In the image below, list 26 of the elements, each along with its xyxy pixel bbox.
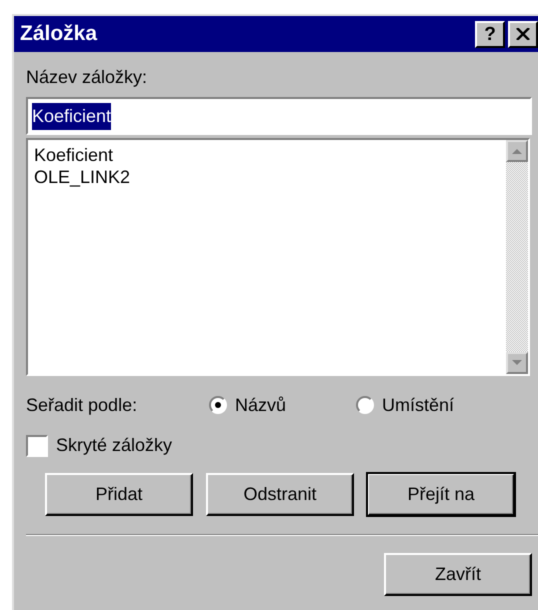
help-button[interactable]: ? (475, 20, 505, 48)
close-button[interactable] (508, 20, 538, 48)
up-arrow-icon (512, 148, 522, 154)
scroll-up-button[interactable] (506, 140, 528, 162)
close-icon (516, 28, 530, 40)
radio-button[interactable] (356, 396, 374, 414)
dialog-button[interactable]: Přejít na (367, 473, 515, 516)
checkbox[interactable] (26, 434, 48, 456)
radio-button[interactable] (209, 396, 227, 414)
input-field[interactable]: Koeficient (26, 97, 532, 135)
window-title: Záložka (20, 21, 98, 48)
field-label: Název záložky: (26, 66, 148, 89)
scroll-down-button[interactable] (506, 352, 528, 374)
sort-label: Seřadit podle: (26, 394, 138, 417)
list-item[interactable]: Koeficient (32, 144, 502, 166)
dialog-button[interactable]: Odstranit (206, 473, 354, 516)
radio-label: Názvů (235, 394, 286, 416)
down-arrow-icon (512, 360, 522, 366)
scrollbar[interactable] (506, 140, 528, 374)
field-value: Koeficient (32, 102, 112, 130)
checkbox-label: Skryté záložky (56, 434, 172, 457)
close-dialog-button[interactable]: Zavřít (384, 553, 532, 596)
bookmark-list[interactable]: Koeficient OLE_LINK2 (26, 138, 530, 376)
radio-label: Umístění (382, 394, 454, 416)
dialog-button[interactable]: Přidat (45, 473, 193, 516)
list-item[interactable]: OLE_LINK2 (32, 166, 502, 188)
